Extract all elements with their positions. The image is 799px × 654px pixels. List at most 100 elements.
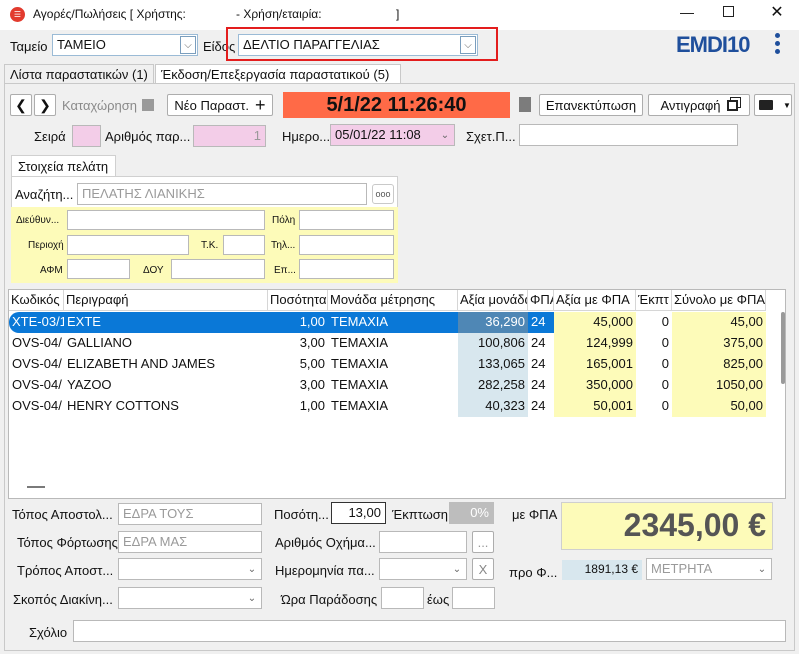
cell-code[interactable]: OVS-04/ bbox=[9, 354, 64, 375]
cell-total[interactable]: 50,00 bbox=[672, 396, 766, 417]
cell-total[interactable]: 375,00 bbox=[672, 333, 766, 354]
col-header-desc[interactable]: Περιγραφή bbox=[64, 290, 268, 311]
cell-price[interactable]: 133,065 bbox=[458, 354, 528, 375]
close-button[interactable]: ✕ bbox=[766, 2, 788, 24]
prev-button[interactable]: ❮ bbox=[10, 94, 32, 116]
cell-qty[interactable]: 3,00 bbox=[268, 333, 328, 354]
col-header-disc[interactable]: Έκπτ bbox=[636, 290, 672, 311]
cell-vat[interactable]: 24 bbox=[528, 333, 554, 354]
grid-hscrollbar[interactable] bbox=[27, 486, 45, 488]
cell-pricevat[interactable]: 50,001 bbox=[554, 396, 636, 417]
cell-pricevat[interactable]: 165,001 bbox=[554, 354, 636, 375]
cell-qty[interactable]: 1,00 bbox=[268, 312, 328, 333]
tab-edit[interactable]: Έκδοση/Επεξεργασία παραστατικού (5) bbox=[155, 64, 401, 84]
cell-code[interactable]: OVS-04/ bbox=[9, 396, 64, 417]
cell-code[interactable]: XTE-03/1 bbox=[9, 312, 64, 333]
cell-qty[interactable]: 5,00 bbox=[268, 354, 328, 375]
more-vertical-icon[interactable] bbox=[774, 33, 782, 55]
arithmos-field[interactable]: 1 bbox=[193, 125, 266, 147]
tameio-select[interactable]: ΤΑΜΕΙΟ ⌵ bbox=[52, 34, 198, 56]
col-header-vat[interactable]: ΦΠΑ bbox=[528, 290, 554, 311]
col-header-code[interactable]: Κωδικός bbox=[9, 290, 64, 311]
cell-disc[interactable]: 0 bbox=[636, 333, 672, 354]
cell-price[interactable]: 36,290 bbox=[458, 312, 528, 333]
minimize-button[interactable]: — bbox=[676, 4, 698, 24]
cell-qty[interactable]: 1,00 bbox=[268, 396, 328, 417]
payment-select[interactable]: ΜΕΤΡΗΤΑ ⌄ bbox=[646, 558, 772, 580]
tk-input[interactable] bbox=[223, 235, 265, 255]
items-grid[interactable]: Κωδικός Περιγραφή Ποσότητα Μονάδα μέτρησ… bbox=[8, 289, 786, 499]
cell-desc[interactable]: HENRY COTTONS bbox=[64, 396, 268, 417]
cell-price[interactable]: 40,323 bbox=[458, 396, 528, 417]
save-button[interactable]: Καταχώρηση bbox=[62, 94, 162, 116]
doy-input[interactable] bbox=[171, 259, 265, 279]
cell-desc[interactable]: EXTE bbox=[64, 312, 268, 333]
print-button[interactable]: ▼ bbox=[754, 94, 792, 116]
cell-unit[interactable]: ΤΕΜΑΧΙΑ bbox=[328, 354, 458, 375]
customer-more-button[interactable]: ooo bbox=[372, 184, 394, 204]
cell-pricevat[interactable]: 350,000 bbox=[554, 375, 636, 396]
ora-to-input[interactable] bbox=[452, 587, 495, 609]
cell-disc[interactable]: 0 bbox=[636, 375, 672, 396]
cell-pricevat[interactable]: 124,999 bbox=[554, 333, 636, 354]
afm-input[interactable] bbox=[67, 259, 130, 279]
region-input[interactable] bbox=[67, 235, 189, 255]
seira-field[interactable] bbox=[72, 125, 101, 147]
col-header-unit[interactable]: Μονάδα μέτρησης bbox=[328, 290, 458, 311]
topos-fort-input[interactable]: ΕΔΡΑ ΜΑΣ bbox=[118, 531, 262, 553]
cell-disc[interactable]: 0 bbox=[636, 396, 672, 417]
cell-unit[interactable]: ΤΕΜΑΧΙΑ bbox=[328, 312, 458, 333]
cell-price[interactable]: 282,258 bbox=[458, 375, 528, 396]
col-header-qty[interactable]: Ποσότητα bbox=[268, 290, 328, 311]
cell-vat[interactable]: 24 bbox=[528, 354, 554, 375]
copy-button[interactable]: Αντιγραφή bbox=[648, 94, 750, 116]
tropos-select[interactable]: ⌄ bbox=[118, 558, 262, 580]
maximize-button[interactable] bbox=[723, 6, 734, 17]
customer-search-input[interactable]: ΠΕΛΑΤΗΣ ΛΙΑΝΙΚΗΣ bbox=[77, 183, 367, 205]
ora-from-input[interactable] bbox=[381, 587, 424, 609]
col-header-total[interactable]: Σύνολο με ΦΠΑ bbox=[672, 290, 766, 311]
cell-code[interactable]: OVS-04/ bbox=[9, 375, 64, 396]
next-button[interactable]: ❯ bbox=[34, 94, 56, 116]
reprint-button[interactable]: Επανεκτύπωση bbox=[539, 94, 643, 116]
cell-total[interactable]: 825,00 bbox=[672, 354, 766, 375]
cell-total[interactable]: 45,00 bbox=[672, 312, 766, 333]
ep-input[interactable] bbox=[299, 259, 394, 279]
topos-apost-input[interactable]: ΕΔΡΑ ΤΟΥΣ bbox=[118, 503, 262, 525]
sxet-field[interactable] bbox=[519, 124, 738, 146]
city-input[interactable] bbox=[299, 210, 394, 230]
cell-vat[interactable]: 24 bbox=[528, 312, 554, 333]
cell-unit[interactable]: ΤΕΜΑΧΙΑ bbox=[328, 396, 458, 417]
cell-total[interactable]: 1050,00 bbox=[672, 375, 766, 396]
cell-desc[interactable]: YAZOO bbox=[64, 375, 268, 396]
cell-price[interactable]: 100,806 bbox=[458, 333, 528, 354]
oxima-input[interactable] bbox=[379, 531, 467, 553]
phone-input[interactable] bbox=[299, 235, 394, 255]
cell-disc[interactable]: 0 bbox=[636, 312, 672, 333]
address-input[interactable] bbox=[67, 210, 265, 230]
cell-pricevat[interactable]: 45,000 bbox=[554, 312, 636, 333]
customer-tab[interactable]: Στοιχεία πελάτη bbox=[11, 155, 116, 177]
cell-desc[interactable]: GALLIANO bbox=[64, 333, 268, 354]
col-header-price[interactable]: Αξία μονάδας bbox=[458, 290, 528, 311]
cell-vat[interactable]: 24 bbox=[528, 396, 554, 417]
comment-input[interactable] bbox=[73, 620, 786, 642]
cell-code[interactable]: OVS-04/ bbox=[9, 333, 64, 354]
cell-unit[interactable]: ΤΕΜΑΧΙΑ bbox=[328, 375, 458, 396]
eidos-select[interactable]: ΔΕΛΤΙΟ ΠΑΡΑΓΓΕΛΙΑΣ ⌵ bbox=[238, 34, 478, 56]
cell-vat[interactable]: 24 bbox=[528, 375, 554, 396]
new-document-button[interactable]: Νέο Παραστ. + bbox=[167, 94, 273, 116]
cell-desc[interactable]: ELIZABETH AND JAMES bbox=[64, 354, 268, 375]
cell-qty[interactable]: 3,00 bbox=[268, 375, 328, 396]
date-field[interactable]: 05/01/22 11:08 ⌄ bbox=[330, 124, 455, 146]
skopos-select[interactable]: ⌄ bbox=[118, 587, 262, 609]
tab-list[interactable]: Λίστα παραστατικών (1) bbox=[4, 64, 154, 84]
grid-vscrollbar[interactable] bbox=[781, 312, 785, 384]
oxima-browse-button[interactable]: ... bbox=[472, 531, 494, 553]
print-preview-icon[interactable] bbox=[519, 97, 531, 112]
col-header-pricevat[interactable]: Αξία με ΦΠΑ bbox=[554, 290, 636, 311]
imerominia-input[interactable]: ⌄ bbox=[379, 558, 467, 580]
clear-date-button[interactable]: X bbox=[472, 558, 494, 580]
cell-unit[interactable]: ΤΕΜΑΧΙΑ bbox=[328, 333, 458, 354]
cell-disc[interactable]: 0 bbox=[636, 354, 672, 375]
